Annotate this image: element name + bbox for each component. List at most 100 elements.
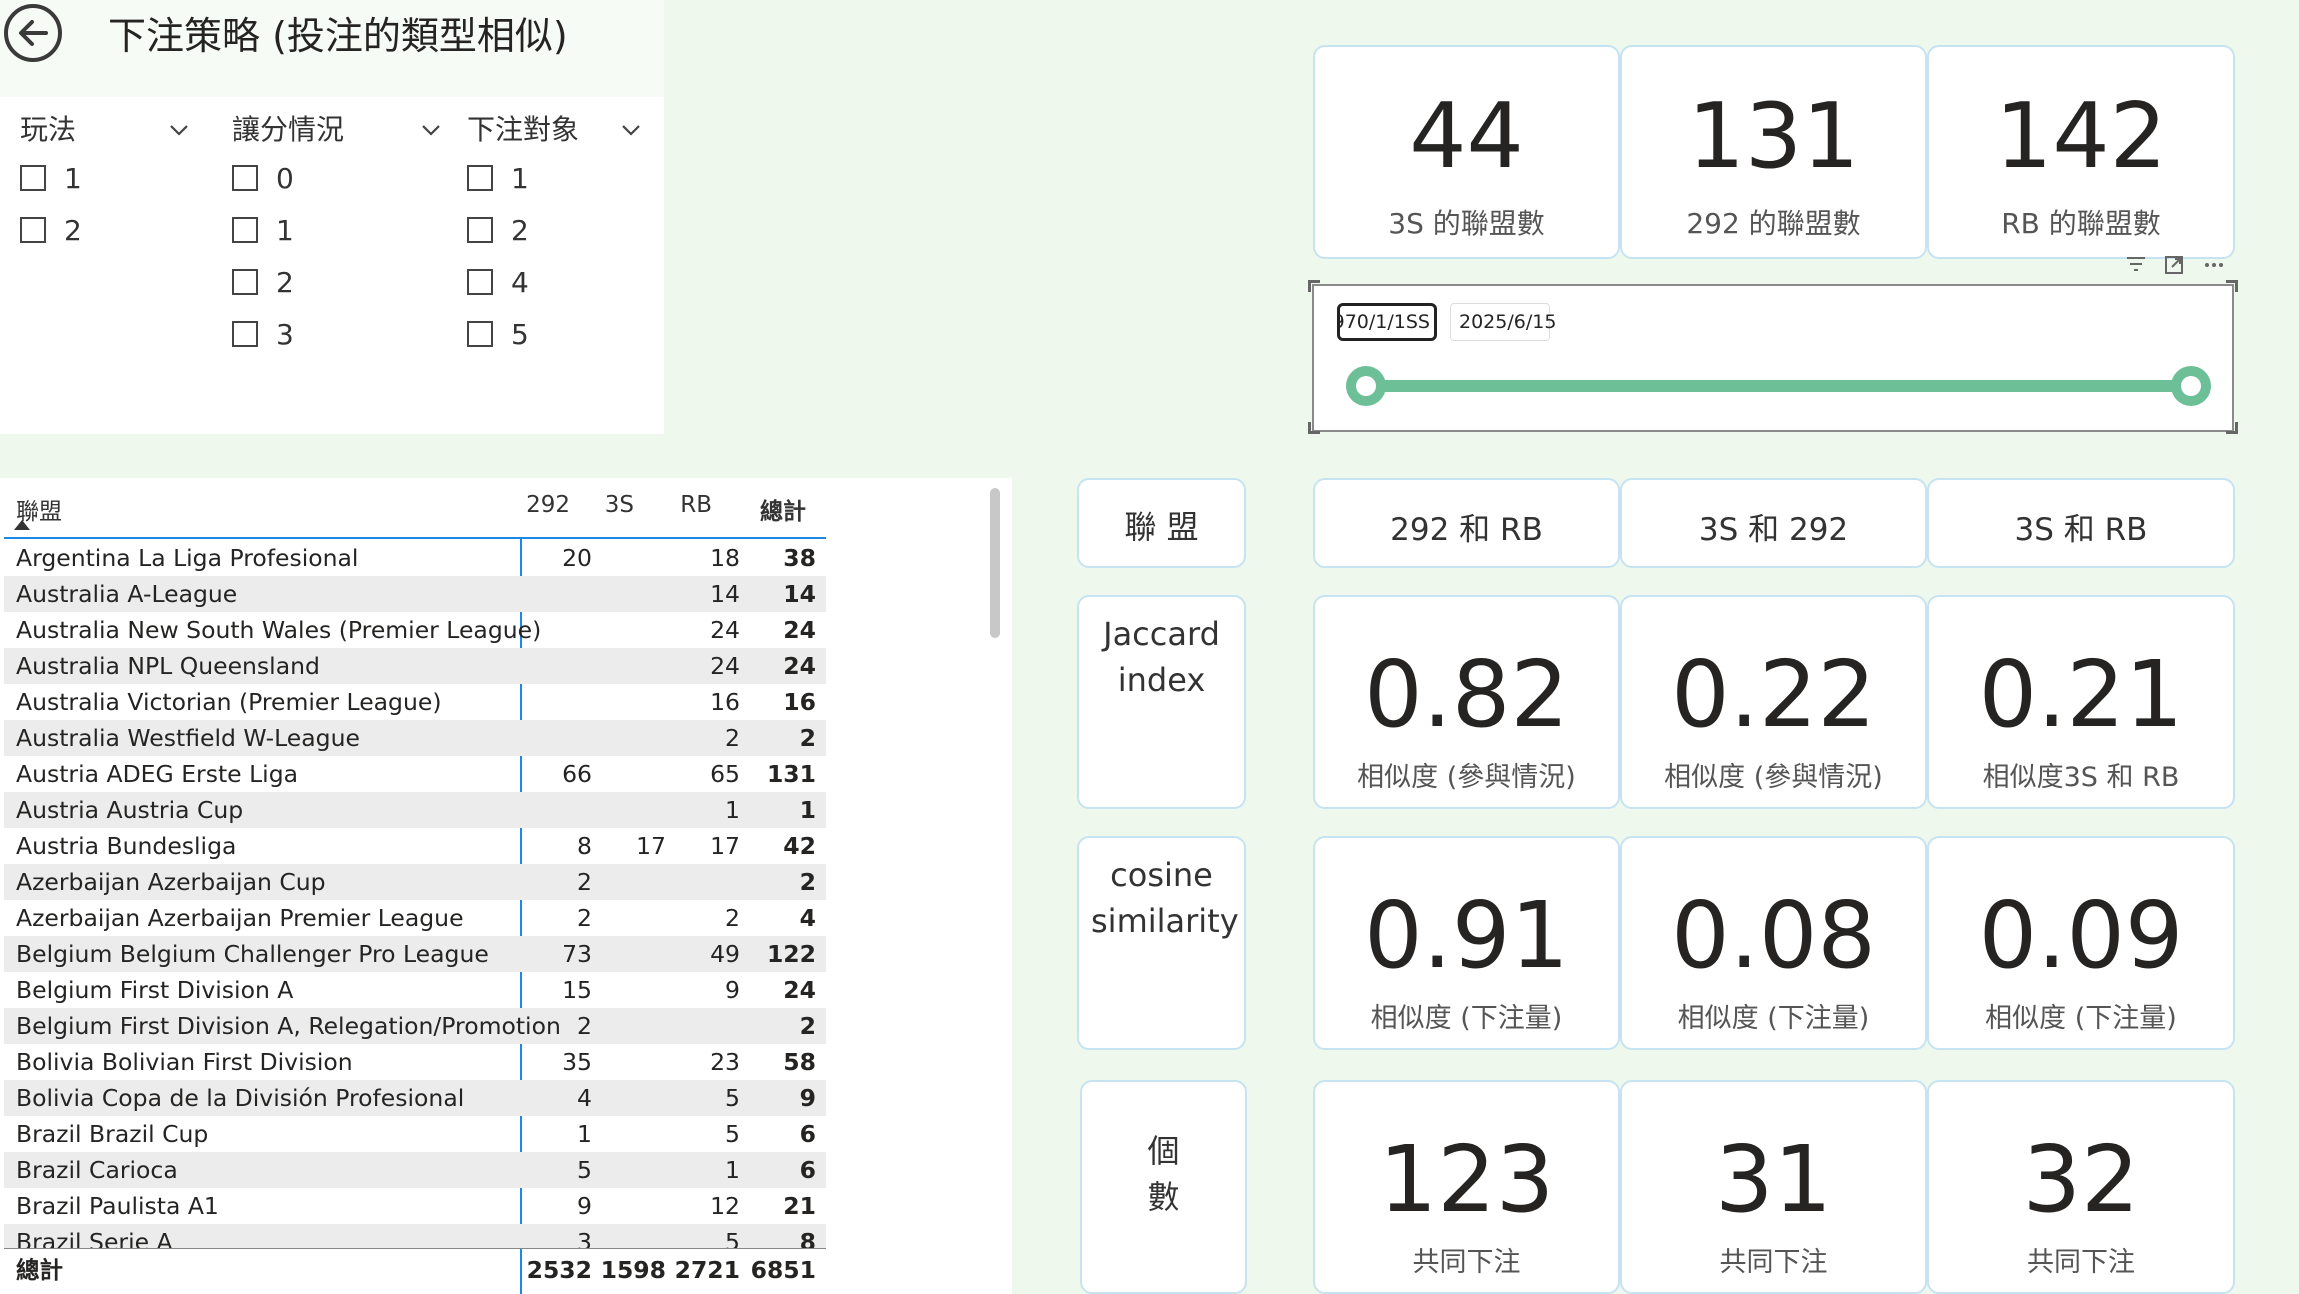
slicer-bet-target-header[interactable]: 下注對象	[467, 110, 642, 150]
kpi-caption: RB 的聯盟數	[2001, 207, 2161, 240]
table-row[interactable]: Australia Westfield W-League 2 2	[4, 720, 826, 756]
column-header-label: 3S 和 292	[1698, 512, 1849, 548]
start-date-input[interactable]: 1970/1/1SS	[1337, 303, 1437, 341]
row-header-league: 聯 盟	[1077, 478, 1246, 568]
table-row[interactable]: Bolivia Bolivian First Division 35 23 58	[4, 1044, 826, 1080]
kpi-caption: 292 的聯盟數	[1686, 207, 1861, 240]
table-row[interactable]: Austria Austria Cup 1 1	[4, 792, 826, 828]
table-row[interactable]: Australia A-League 14 14	[4, 576, 826, 612]
selection-handle[interactable]	[1308, 422, 1320, 434]
slicer-option[interactable]: 1	[467, 152, 642, 204]
end-date-input[interactable]: 2025/6/15	[1450, 303, 1556, 341]
slicer-option[interactable]: 3	[232, 308, 442, 360]
cosine-value: 0.91	[1364, 882, 1569, 989]
chevron-down-icon[interactable]	[420, 119, 442, 141]
option-label: 1	[64, 161, 82, 195]
option-label: 4	[511, 265, 529, 299]
cell-total: 1	[799, 796, 816, 824]
slicer-option[interactable]: 5	[467, 308, 642, 360]
table-row[interactable]: Australia New South Wales (Premier Leagu…	[4, 612, 826, 648]
table-row[interactable]: Belgium First Division A 15 9 24	[4, 972, 826, 1008]
table-row[interactable]: Belgium Belgium Challenger Pro League 73 4…	[4, 936, 826, 972]
table-row[interactable]: Azerbaijan Azerbaijan Cup 2 2	[4, 864, 826, 900]
checkbox[interactable]	[467, 217, 493, 243]
slicer-option[interactable]: 2	[232, 256, 442, 308]
vertical-scrollbar[interactable]	[990, 488, 1000, 638]
cell-league: Australia New South Wales (Premier Leagu…	[16, 616, 542, 644]
cell-rb: 2	[725, 904, 740, 932]
chevron-down-icon[interactable]	[168, 119, 190, 141]
slicer-option[interactable]: 4	[467, 256, 642, 308]
table-row[interactable]: Brazil Serie A 3 5 8	[4, 1224, 826, 1248]
back-button[interactable]	[4, 4, 62, 62]
slicer-option[interactable]: 2	[467, 204, 642, 256]
slider-track[interactable]	[1367, 380, 2195, 392]
slicer-play-type-header[interactable]: 玩法	[20, 110, 190, 150]
slicer-handicap: 讓分情況 0 1 2 3	[232, 110, 442, 360]
cell-league: Bolivia Bolivian First Division	[16, 1048, 353, 1076]
selection-handle[interactable]	[2226, 422, 2238, 434]
table-row[interactable]: Brazil Carioca 5 1 6	[4, 1152, 826, 1188]
total-divider	[4, 1248, 826, 1249]
count-card-3s-292: 31 共同下注	[1620, 1080, 1927, 1294]
cell-292: 20	[562, 544, 592, 572]
cell-rb: 12	[710, 1192, 740, 1220]
cell-league: Austria Austria Cup	[16, 796, 244, 824]
checkbox[interactable]	[20, 217, 46, 243]
cell-292: 1	[577, 1120, 592, 1148]
cell-total: 58	[783, 1048, 816, 1076]
row-label-cosine: cosine similarity	[1077, 836, 1246, 1050]
cell-292: 35	[562, 1048, 592, 1076]
checkbox[interactable]	[232, 321, 258, 347]
cell-total: 8	[799, 1228, 816, 1248]
table-row[interactable]: Azerbaijan Azerbaijan Premier League 2 2 4	[4, 900, 826, 936]
option-label: 0	[276, 161, 294, 195]
table-row[interactable]: Austria Bundesliga 8 17 17 42	[4, 828, 826, 864]
cell-league: Azerbaijan Azerbaijan Premier League	[16, 904, 464, 932]
table-row[interactable]: Argentina La Liga Profesional 20 18 38	[4, 540, 826, 576]
selection-handle[interactable]	[1308, 280, 1320, 292]
filter-icon[interactable]	[2126, 256, 2146, 274]
table-row[interactable]: Belgium First Division A, Relegation/Pro…	[4, 1008, 826, 1044]
cell-rb: 9	[725, 976, 740, 1004]
slider-handle-start[interactable]	[1346, 366, 1386, 406]
cell-total: 131	[766, 760, 816, 788]
table-row[interactable]: Brazil Brazil Cup 1 5 6	[4, 1116, 826, 1152]
selection-handle[interactable]	[2226, 280, 2238, 292]
checkbox[interactable]	[232, 165, 258, 191]
visual-header-toolbar	[2118, 252, 2234, 280]
cell-league: Belgium First Division A, Relegation/Pro…	[16, 1012, 561, 1040]
table-row[interactable]: Brazil Paulista A1 9 12 21	[4, 1188, 826, 1224]
checkbox[interactable]	[232, 269, 258, 295]
focus-mode-icon[interactable]	[2164, 255, 2184, 275]
slicer-option[interactable]: 0	[232, 152, 442, 204]
cosine-value: 0.08	[1671, 882, 1876, 989]
table-row[interactable]: Bolivia Copa de la División Profesional 4…	[4, 1080, 826, 1116]
table-row[interactable]: Australia NPL Queensland 24 24	[4, 648, 826, 684]
cell-rb: 17	[710, 832, 740, 860]
checkbox[interactable]	[467, 269, 493, 295]
cell-league: Brazil Carioca	[16, 1156, 178, 1184]
slicer-option[interactable]: 2	[20, 204, 190, 256]
more-options-icon[interactable]	[2204, 262, 2224, 268]
cell-292: 8	[577, 832, 592, 860]
cell-total: 2	[799, 868, 816, 896]
cell-league: Austria Bundesliga	[16, 832, 237, 860]
checkbox[interactable]	[232, 217, 258, 243]
chevron-down-icon[interactable]	[620, 119, 642, 141]
slicer-handicap-header[interactable]: 讓分情況	[232, 110, 442, 150]
slicer-option[interactable]: 1	[20, 152, 190, 204]
checkbox[interactable]	[20, 165, 46, 191]
checkbox[interactable]	[467, 165, 493, 191]
checkbox[interactable]	[467, 321, 493, 347]
total-rb: 2721	[674, 1256, 740, 1284]
slider-handle-end[interactable]	[2171, 366, 2211, 406]
option-label: 2	[64, 213, 82, 247]
cell-league: Argentina La Liga Profesional	[16, 544, 359, 572]
slicer-option[interactable]: 1	[232, 204, 442, 256]
kpi-value: 142	[1995, 84, 2167, 189]
cell-league: Azerbaijan Azerbaijan Cup	[16, 868, 326, 896]
table-row[interactable]: Australia Victorian (Premier League) 16 16	[4, 684, 826, 720]
cell-total: 2	[799, 724, 816, 752]
table-row[interactable]: Austria ADEG Erste Liga 66 65 131	[4, 756, 826, 792]
